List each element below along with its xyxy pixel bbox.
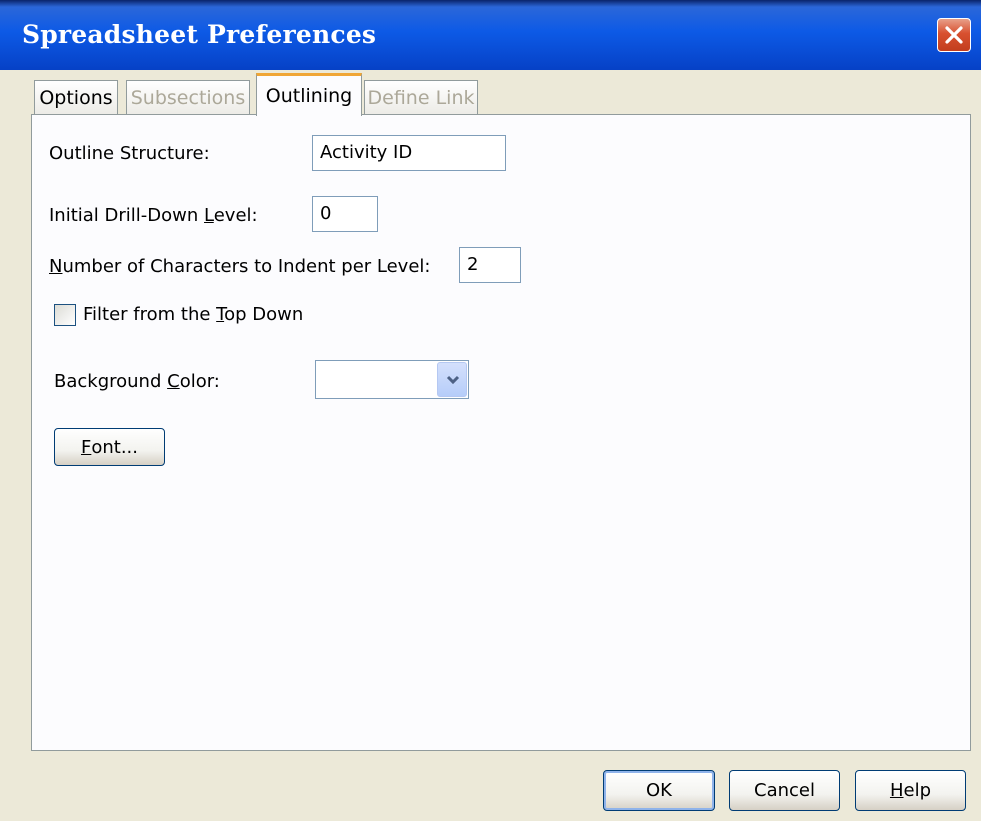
help-button[interactable]: Help	[855, 770, 966, 811]
drill-down-level-field[interactable]: 0	[312, 196, 378, 232]
tab-label: Define Link	[367, 87, 475, 109]
background-color-label: Background Color:	[54, 371, 220, 392]
chevron-down-icon	[446, 375, 460, 385]
window-bottom-edge	[0, 821, 981, 826]
cancel-button[interactable]: Cancel	[729, 770, 840, 811]
outline-structure-field[interactable]: Activity ID	[312, 135, 506, 171]
dialog-window: Spreadsheet Preferences Options Subsecti…	[0, 0, 981, 826]
filter-top-down-checkbox[interactable]	[54, 304, 76, 326]
window-title: Spreadsheet Preferences	[22, 20, 377, 49]
tab-subsections: Subsections	[126, 80, 250, 115]
outlining-panel: Outline Structure: Activity ID Initial D…	[31, 114, 971, 751]
dropdown-button[interactable]	[437, 362, 467, 397]
drill-down-level-value: 0	[320, 203, 332, 224]
tab-outlining[interactable]: Outlining	[256, 73, 362, 116]
title-bar[interactable]: Spreadsheet Preferences	[0, 0, 981, 70]
tab-define-link: Define Link	[364, 80, 478, 115]
tab-label: Options	[39, 87, 113, 109]
tab-label: Subsections	[130, 87, 246, 109]
tab-options[interactable]: Options	[34, 80, 118, 115]
indent-characters-label: Number of Characters to Indent per Level…	[49, 256, 431, 277]
close-button[interactable]	[937, 18, 971, 52]
ok-button[interactable]: OK	[603, 770, 715, 811]
drill-down-level-label: Initial Drill-Down Level:	[49, 205, 258, 226]
font-button[interactable]: Font...	[54, 428, 165, 466]
cancel-label: Cancel	[754, 780, 815, 801]
close-icon	[945, 26, 963, 44]
outline-structure-label: Outline Structure:	[49, 143, 210, 164]
ok-label: OK	[646, 780, 672, 801]
indent-characters-value: 2	[467, 254, 479, 275]
tab-label: Outlining	[265, 85, 353, 107]
outline-structure-value: Activity ID	[320, 142, 413, 163]
background-color-dropdown[interactable]	[315, 360, 469, 399]
filter-top-down-label: Filter from the Top Down	[83, 304, 304, 325]
indent-characters-field[interactable]: 2	[459, 247, 521, 283]
